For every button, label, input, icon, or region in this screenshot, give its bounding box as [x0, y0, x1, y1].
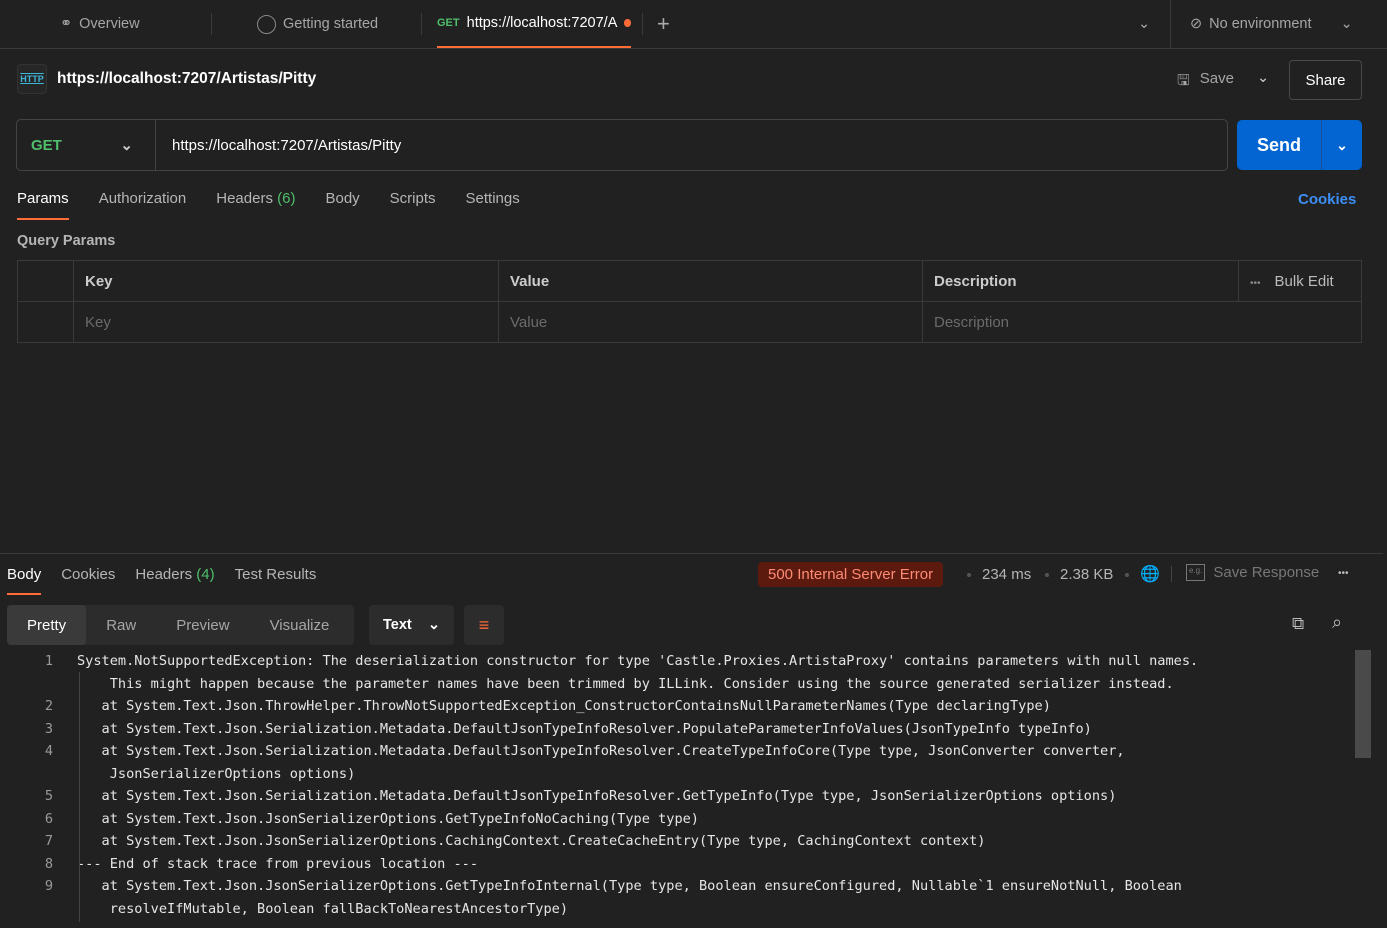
- code-line-wrap: JsonSerializerOptions options): [77, 765, 356, 782]
- description-input[interactable]: Description: [922, 301, 1362, 343]
- tab-getting-started[interactable]: Getting started: [257, 0, 378, 48]
- tab-settings[interactable]: Settings: [466, 190, 520, 220]
- status-badge[interactable]: 500 Internal Server Error: [758, 562, 944, 587]
- http-icon: HTTP: [17, 64, 47, 94]
- code-line: 7 at System.Text.Json.JsonSerializerOpti…: [44, 833, 986, 849]
- send-button[interactable]: Send ⌄: [1237, 120, 1362, 170]
- view-raw[interactable]: Raw: [86, 605, 156, 645]
- code-line: 8 --- End of stack trace from previous lo…: [44, 855, 479, 872]
- code-line: 1 System.NotSupportedException: The deser…: [44, 653, 1199, 669]
- tab-response-cookies[interactable]: Cookies: [61, 566, 115, 595]
- getting-started-icon: [257, 14, 276, 34]
- indent-guide: [79, 672, 80, 922]
- method-select[interactable]: GET ⌄: [17, 120, 156, 170]
- response-body[interactable]: 1 System.NotSupportedException: The deser…: [0, 650, 1199, 922]
- tab-params[interactable]: Params: [17, 190, 69, 220]
- code-line-wrap: This might happen because the parameter …: [77, 675, 1174, 692]
- bulk-edit-button[interactable]: ••• Bulk Edit: [1238, 260, 1362, 302]
- value-input[interactable]: Value: [498, 301, 923, 343]
- more-options-icon[interactable]: •••: [1338, 568, 1349, 579]
- tab-body[interactable]: Body: [325, 190, 359, 220]
- unsaved-dot: [624, 19, 631, 27]
- query-params-title: Query Params: [17, 233, 116, 249]
- code-line-wrap: resolveIfMutable, Boolean fallBackToNear…: [77, 900, 569, 917]
- view-pretty[interactable]: Pretty: [7, 605, 87, 645]
- cookies-link[interactable]: Cookies: [1298, 191, 1356, 208]
- save-response-button[interactable]: e.g. Save Response: [1186, 564, 1319, 581]
- response-time[interactable]: 234 ms: [982, 566, 1031, 583]
- view-visualize[interactable]: Visualize: [250, 605, 350, 645]
- tab-authorization[interactable]: Authorization: [99, 190, 187, 220]
- chevron-down-icon: ⌄: [120, 137, 133, 154]
- chevron-down-icon: ⌄: [427, 617, 440, 633]
- no-environment-icon: ⊘: [1190, 16, 1203, 32]
- tabs-dropdown[interactable]: ⌄: [1138, 0, 1150, 48]
- chevron-down-icon: ⌄: [1340, 16, 1353, 32]
- scrollbar[interactable]: [1355, 650, 1371, 758]
- code-line: 3 at System.Text.Json.Serialization.Meta…: [44, 720, 1092, 737]
- new-tab-button[interactable]: +: [657, 0, 670, 48]
- url-bar: GET ⌄ https://localhost:7207/Artistas/Pit…: [16, 119, 1228, 171]
- share-button[interactable]: Share: [1289, 60, 1362, 100]
- search-icon[interactable]: ⌕: [1332, 612, 1342, 633]
- tab-response-headers[interactable]: Headers (4): [135, 566, 214, 595]
- view-mode-selector: Pretty Raw Preview Visualize: [7, 605, 354, 645]
- tab-bar: ⚭ Overview Getting started GET https://loc…: [0, 0, 1387, 49]
- key-input[interactable]: Key: [73, 301, 499, 343]
- view-preview[interactable]: Preview: [156, 605, 249, 645]
- tab-request[interactable]: GET https://localhost:7207/A: [437, 0, 631, 48]
- tab-scripts[interactable]: Scripts: [390, 190, 436, 220]
- response-tabs: Body Cookies Headers (4) Test Results: [7, 566, 316, 595]
- save-icon: 🖫: [1177, 72, 1190, 89]
- query-params-table: Key Value Description ••• Bulk Edit Key Value…: [17, 260, 1362, 343]
- request-tabs: Params Authorization Headers (6) Body Sc…: [17, 190, 520, 220]
- tab-response-body[interactable]: Body: [7, 566, 42, 595]
- request-title: HTTP https://localhost:7207/Artistas/Pitt…: [17, 64, 316, 94]
- code-line: 4 at System.Text.Json.Serialization.Meta…: [44, 743, 1125, 759]
- save-dropdown[interactable]: ⌄: [1257, 70, 1269, 86]
- example-icon: e.g.: [1186, 564, 1206, 581]
- send-dropdown[interactable]: ⌄: [1321, 120, 1362, 170]
- wrap-lines-icon[interactable]: ≡: [464, 605, 504, 645]
- tab-overview[interactable]: ⚭ Overview: [60, 0, 140, 48]
- overview-icon: ⚭: [60, 16, 73, 32]
- code-line: 5 at System.Text.Json.Serialization.Meta…: [44, 788, 1117, 804]
- code-line: 9 at System.Text.Json.JsonSerializerOpti…: [44, 878, 1182, 894]
- tab-test-results[interactable]: Test Results: [235, 566, 317, 595]
- format-select[interactable]: Text ⌄: [369, 605, 454, 645]
- save-button[interactable]: 🖫 Save: [1177, 70, 1234, 95]
- code-line: 2 at System.Text.Json.ThrowHelper.ThrowN…: [44, 698, 1051, 714]
- copy-icon[interactable]: ⧉: [1292, 614, 1304, 634]
- url-input[interactable]: https://localhost:7207/Artistas/Pitty: [156, 137, 401, 154]
- response-size[interactable]: 2.38 KB: [1060, 566, 1113, 583]
- tab-headers[interactable]: Headers (6): [216, 190, 295, 220]
- environment-select[interactable]: ⊘ No environment ⌄: [1190, 0, 1353, 48]
- divider[interactable]: [0, 553, 1383, 554]
- code-line: 6 at System.Text.Json.JsonSerializerOpti…: [44, 810, 699, 827]
- network-warning-icon[interactable]: 🌐: [1140, 564, 1160, 584]
